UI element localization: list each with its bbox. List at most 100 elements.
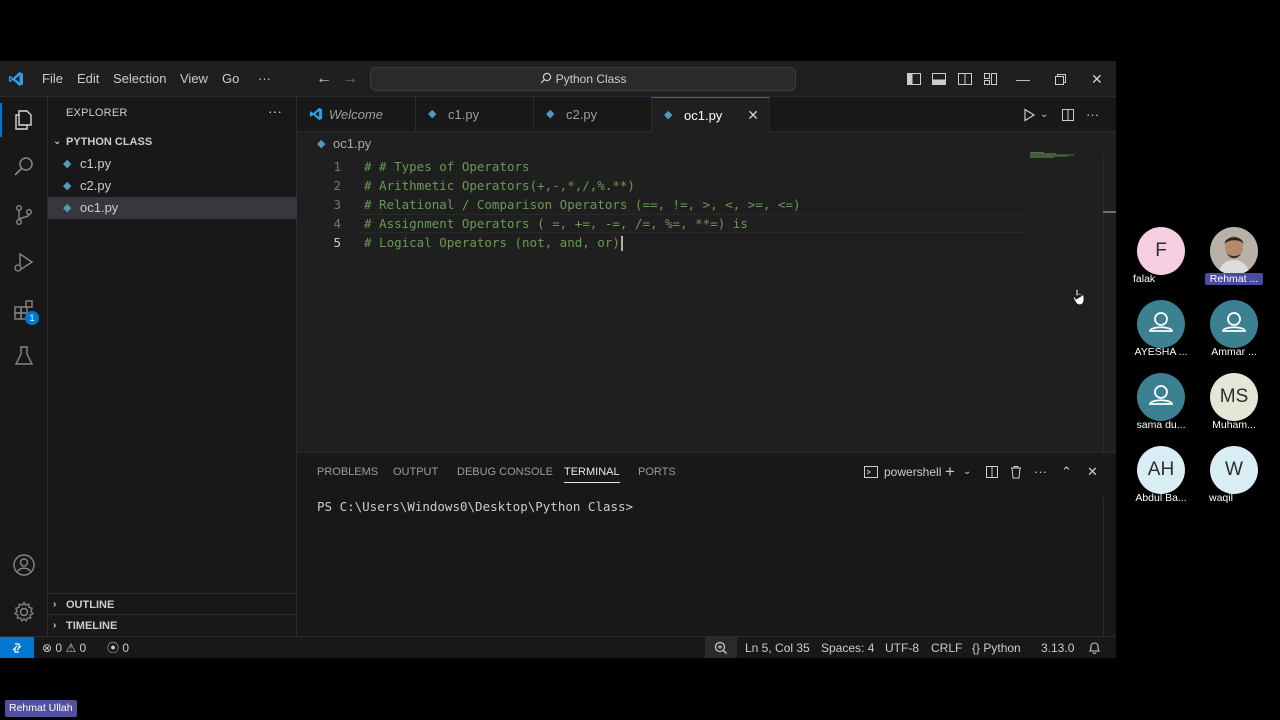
tab-label: oc1.py xyxy=(684,108,723,123)
file-item-c2[interactable]: ◆ c2.py xyxy=(48,175,297,197)
line-ending[interactable]: CRLF xyxy=(931,637,962,658)
run-file-icon[interactable] xyxy=(1022,108,1036,122)
explorer-icon[interactable] xyxy=(12,108,36,132)
restore-icon[interactable] xyxy=(1052,71,1068,87)
remote-indicator[interactable] xyxy=(0,637,34,658)
vscode-logo-icon xyxy=(9,72,23,86)
customize-layout-icon[interactable] xyxy=(983,71,999,87)
menu-selection[interactable]: Selection xyxy=(113,61,166,97)
search-icon xyxy=(540,72,551,84)
manage-gear-icon[interactable] xyxy=(12,600,36,624)
warning-count: 0 xyxy=(79,641,87,655)
source-control-icon[interactable] xyxy=(12,203,36,227)
terminal-prompt[interactable]: PS C:\Users\Windows0\Desktop\Python Clas… xyxy=(317,499,633,514)
participant-tile[interactable]: AYESHA ... xyxy=(1124,300,1198,370)
new-terminal-icon[interactable]: + xyxy=(945,461,955,483)
minimize-icon[interactable]: — xyxy=(1016,61,1030,97)
explorer-more-button[interactable]: ··· xyxy=(268,103,282,119)
participant-tile[interactable]: Rehmat ... xyxy=(1197,227,1271,297)
command-center[interactable]: Python Class xyxy=(370,67,796,91)
python-file-icon: ◆ xyxy=(63,158,72,170)
tab-problems[interactable]: PROBLEMS xyxy=(317,461,378,483)
split-editor-icon[interactable] xyxy=(1061,108,1075,122)
tab-c1[interactable]: ◆ c1.py xyxy=(416,97,534,132)
notifications-bell-icon[interactable] xyxy=(1088,641,1101,655)
tab-oc1[interactable]: ◆ oc1.py ✕ xyxy=(652,97,770,133)
error-icon: ⊗ xyxy=(42,641,53,655)
run-dropdown-icon[interactable]: ⌄ xyxy=(1040,97,1048,132)
file-item-c1[interactable]: ◆ c1.py xyxy=(48,153,297,175)
folder-header[interactable]: ⌄ PYTHON CLASS xyxy=(48,131,297,153)
breadcrumb[interactable]: ◆ oc1.py xyxy=(317,133,371,155)
language-mode[interactable]: {} Python xyxy=(972,637,1021,658)
minimap[interactable] xyxy=(1030,152,1076,158)
explorer-title: EXPLORER xyxy=(66,107,128,119)
code-line: # Arithmetic Operators(+,-,*,/,%.**) xyxy=(364,178,635,193)
forward-arrow-icon[interactable]: → xyxy=(342,61,358,97)
file-name: oc1.py xyxy=(80,200,119,215)
python-file-icon: ◆ xyxy=(63,180,72,192)
menu-more[interactable]: ··· xyxy=(258,61,271,97)
code-editor[interactable]: 1 2 3 4 5 # # Types of Operators # Arith… xyxy=(297,155,1103,452)
panel-more-button[interactable]: ··· xyxy=(1034,461,1047,483)
avatar xyxy=(1210,300,1258,348)
cursor-position[interactable]: Ln 5, Col 35 xyxy=(745,637,810,658)
default-user-icon xyxy=(1221,312,1247,332)
menu-go[interactable]: Go xyxy=(222,61,239,97)
terminal-name[interactable]: powershell xyxy=(884,461,941,483)
text-cursor xyxy=(620,236,623,251)
editor-more-button[interactable]: ··· xyxy=(1086,97,1099,132)
command-center-label: Python Class xyxy=(555,72,627,86)
maximize-panel-icon[interactable]: ⌃ xyxy=(1061,461,1072,483)
line-number: 2 xyxy=(333,178,341,193)
participant-tile[interactable]: MS Muham... xyxy=(1197,373,1271,443)
encoding[interactable]: UTF-8 xyxy=(885,637,919,658)
toggle-panel-icon[interactable] xyxy=(931,71,947,87)
tab-output[interactable]: OUTPUT xyxy=(393,461,438,483)
zoom-indicator[interactable] xyxy=(705,637,737,658)
split-terminal-icon[interactable] xyxy=(985,465,999,479)
vscode-window: File Edit Selection View Go ··· ← → Pyth… xyxy=(0,61,1116,658)
terminal-dropdown-icon[interactable]: ⌄ xyxy=(963,461,971,483)
participant-tile[interactable]: sama du... xyxy=(1124,373,1198,443)
participant-tile[interactable]: Ammar ... xyxy=(1197,300,1271,370)
menu-view[interactable]: View xyxy=(180,61,208,97)
ports-count: 0 xyxy=(122,641,130,655)
indentation[interactable]: Spaces: 4 xyxy=(821,637,874,658)
participant-tile[interactable]: F falak xyxy=(1124,227,1198,297)
participant-tile[interactable]: AH Abdul Ba... xyxy=(1124,446,1198,516)
participant-tile[interactable]: W waqil xyxy=(1197,446,1271,516)
menu-edit[interactable]: Edit xyxy=(77,61,99,97)
folder-name: PYTHON CLASS xyxy=(66,136,153,148)
python-interpreter[interactable]: 3.13.0 xyxy=(1041,637,1074,658)
ports-status[interactable]: ⦿ 0 xyxy=(107,637,129,658)
python-icon: ◆ xyxy=(428,108,437,120)
close-tab-icon[interactable]: ✕ xyxy=(747,98,759,133)
toggle-sidebar-icon[interactable] xyxy=(906,71,922,87)
menu-file[interactable]: File xyxy=(42,61,63,97)
tab-debug-console[interactable]: DEBUG CONSOLE xyxy=(457,461,553,483)
participant-name: AYESHA ... xyxy=(1134,346,1188,358)
problems-status[interactable]: ⊗ 0 ⚠ 0 xyxy=(42,637,86,658)
testing-icon[interactable] xyxy=(12,344,36,368)
close-panel-icon[interactable]: ✕ xyxy=(1087,461,1098,483)
toggle-secondary-sidebar-icon[interactable] xyxy=(957,71,973,87)
tab-welcome[interactable]: Welcome xyxy=(297,97,416,132)
close-icon[interactable]: ✕ xyxy=(1091,61,1103,97)
self-video-label: Rehmat Ullah xyxy=(5,700,77,717)
accounts-icon[interactable] xyxy=(12,553,36,577)
file-item-oc1[interactable]: ◆ oc1.py xyxy=(48,197,297,219)
timeline-section[interactable]: › TIMELINE xyxy=(48,614,297,636)
outline-section[interactable]: › OUTLINE xyxy=(48,593,297,615)
tab-ports[interactable]: PORTS xyxy=(638,461,676,483)
run-debug-icon[interactable] xyxy=(12,250,36,274)
editor-scrollbar[interactable] xyxy=(1103,155,1116,452)
activity-bar: 1 xyxy=(0,97,48,636)
trash-icon[interactable] xyxy=(1009,465,1023,479)
search-icon[interactable] xyxy=(12,155,36,179)
avatar: F xyxy=(1137,227,1185,275)
tab-c2[interactable]: ◆ c2.py xyxy=(534,97,652,132)
tab-terminal[interactable]: TERMINAL xyxy=(564,461,620,483)
back-arrow-icon[interactable]: ← xyxy=(316,61,332,97)
default-user-icon xyxy=(1148,312,1174,332)
